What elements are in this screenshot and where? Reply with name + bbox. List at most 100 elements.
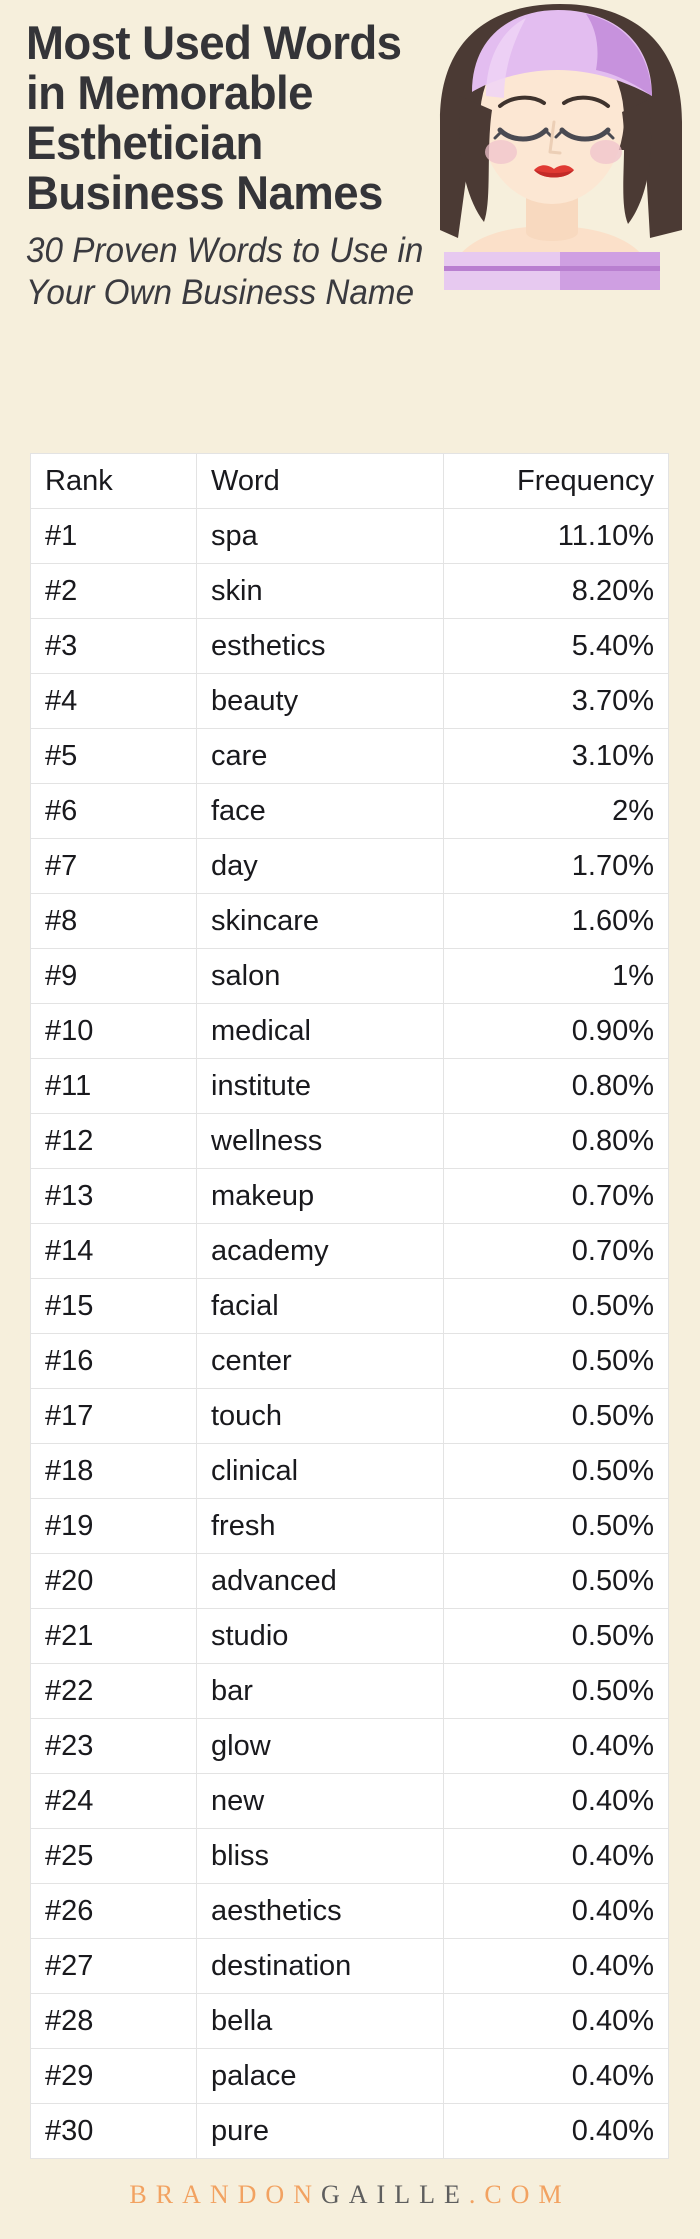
cell-frequency: 0.50% <box>443 1278 669 1334</box>
table-body: #1 spa 11.10% #2 skin 8.20% #3 esthetics 5.40% #4… <box>30 508 669 2159</box>
table-header: Rank Word Frequency <box>30 453 669 509</box>
table-row: #2 skin 8.20% <box>30 563 669 619</box>
cell-word: spa <box>196 508 444 564</box>
page-title-line: in Memorable <box>26 66 313 119</box>
table-row: #6 face 2% <box>30 783 669 839</box>
cell-word: clinical <box>196 1443 444 1499</box>
cell-rank: #2 <box>30 563 197 619</box>
table-row: #16 center 0.50% <box>30 1333 669 1389</box>
cell-word: glow <box>196 1718 444 1774</box>
cell-word: skin <box>196 563 444 619</box>
cell-rank: #28 <box>30 1993 197 2049</box>
cell-frequency: 0.40% <box>443 2048 669 2104</box>
cell-word: center <box>196 1333 444 1389</box>
cell-word: beauty <box>196 673 444 729</box>
cell-frequency: 5.40% <box>443 618 669 674</box>
cell-word: aesthetics <box>196 1883 444 1939</box>
table-row: #20 advanced 0.50% <box>30 1553 669 1609</box>
table-row: #10 medical 0.90% <box>30 1003 669 1059</box>
table-row: #17 touch 0.50% <box>30 1388 669 1444</box>
table-header-row: Rank Word Frequency <box>30 453 669 509</box>
cell-word: touch <box>196 1388 444 1444</box>
cell-word: facial <box>196 1278 444 1334</box>
column-header-frequency: Frequency <box>443 453 669 509</box>
page-title-line: Esthetician <box>26 116 263 169</box>
cell-word: new <box>196 1773 444 1829</box>
cell-rank: #3 <box>30 618 197 674</box>
brand-name-part3: .COM <box>468 2180 571 2209</box>
page-title: Most Used Words in Memorable Esthetician… <box>26 18 414 218</box>
cell-rank: #27 <box>30 1938 197 1994</box>
infographic-page: Most Used Words in Memorable Esthetician… <box>0 0 700 2239</box>
table-row: #1 spa 11.10% <box>30 508 669 564</box>
table-row: #9 salon 1% <box>30 948 669 1004</box>
table-row: #11 institute 0.80% <box>30 1058 669 1114</box>
table-row: #18 clinical 0.50% <box>30 1443 669 1499</box>
cell-rank: #14 <box>30 1223 197 1279</box>
cell-rank: #17 <box>30 1388 197 1444</box>
cell-frequency: 2% <box>443 783 669 839</box>
cell-rank: #24 <box>30 1773 197 1829</box>
cell-frequency: 0.80% <box>443 1058 669 1114</box>
page-title-line: Business Names <box>26 166 383 219</box>
cell-frequency: 0.40% <box>443 1718 669 1774</box>
cell-rank: #13 <box>30 1168 197 1224</box>
cell-frequency: 0.40% <box>443 1828 669 1884</box>
cell-frequency: 0.70% <box>443 1168 669 1224</box>
word-frequency-table-container: Rank Word Frequency #1 spa 11.10% #2 skin 8.2… <box>30 453 669 2159</box>
cell-frequency: 1.60% <box>443 893 669 949</box>
cell-word: institute <box>196 1058 444 1114</box>
cell-frequency: 0.50% <box>443 1333 669 1389</box>
cell-word: face <box>196 783 444 839</box>
cell-rank: #1 <box>30 508 197 564</box>
cell-word: palace <box>196 2048 444 2104</box>
cell-frequency: 0.80% <box>443 1113 669 1169</box>
cell-rank: #30 <box>30 2103 197 2159</box>
cell-rank: #4 <box>30 673 197 729</box>
cell-rank: #20 <box>30 1553 197 1609</box>
cell-word: esthetics <box>196 618 444 674</box>
cell-frequency: 11.10% <box>443 508 669 564</box>
table-row: #13 makeup 0.70% <box>30 1168 669 1224</box>
cell-rank: #23 <box>30 1718 197 1774</box>
cell-word: skincare <box>196 893 444 949</box>
cell-word: day <box>196 838 444 894</box>
cell-rank: #12 <box>30 1113 197 1169</box>
cell-rank: #29 <box>30 2048 197 2104</box>
cell-frequency: 8.20% <box>443 563 669 619</box>
cell-rank: #16 <box>30 1333 197 1389</box>
table-row: #24 new 0.40% <box>30 1773 669 1829</box>
cell-frequency: 0.50% <box>443 1498 669 1554</box>
cell-rank: #8 <box>30 893 197 949</box>
cell-rank: #7 <box>30 838 197 894</box>
cell-word: pure <box>196 2103 444 2159</box>
table-row: #15 facial 0.50% <box>30 1278 669 1334</box>
table-row: #30 pure 0.40% <box>30 2103 669 2159</box>
cell-word: advanced <box>196 1553 444 1609</box>
column-header-rank: Rank <box>30 453 197 509</box>
cell-word: destination <box>196 1938 444 1994</box>
cell-word: academy <box>196 1223 444 1279</box>
column-header-word: Word <box>196 453 444 509</box>
cell-word: bliss <box>196 1828 444 1884</box>
cell-word: fresh <box>196 1498 444 1554</box>
cell-word: bar <box>196 1663 444 1719</box>
cell-frequency: 3.70% <box>443 673 669 729</box>
cell-frequency: 0.90% <box>443 1003 669 1059</box>
table-row: #5 care 3.10% <box>30 728 669 784</box>
brand-name-part1: BRANDON <box>129 2180 321 2209</box>
table-row: #7 day 1.70% <box>30 838 669 894</box>
cell-word: makeup <box>196 1168 444 1224</box>
cell-rank: #25 <box>30 1828 197 1884</box>
table-row: #26 aesthetics 0.40% <box>30 1883 669 1939</box>
brand-name-part2: GAILLE <box>320 2180 469 2209</box>
table-row: #25 bliss 0.40% <box>30 1828 669 1884</box>
table-row: #28 bella 0.40% <box>30 1993 669 2049</box>
cell-rank: #15 <box>30 1278 197 1334</box>
cell-frequency: 0.40% <box>443 1993 669 2049</box>
cell-frequency: 3.10% <box>443 728 669 784</box>
cell-frequency: 0.70% <box>443 1223 669 1279</box>
table-row: #3 esthetics 5.40% <box>30 618 669 674</box>
cell-frequency: 0.40% <box>443 2103 669 2159</box>
cell-frequency: 1% <box>443 948 669 1004</box>
